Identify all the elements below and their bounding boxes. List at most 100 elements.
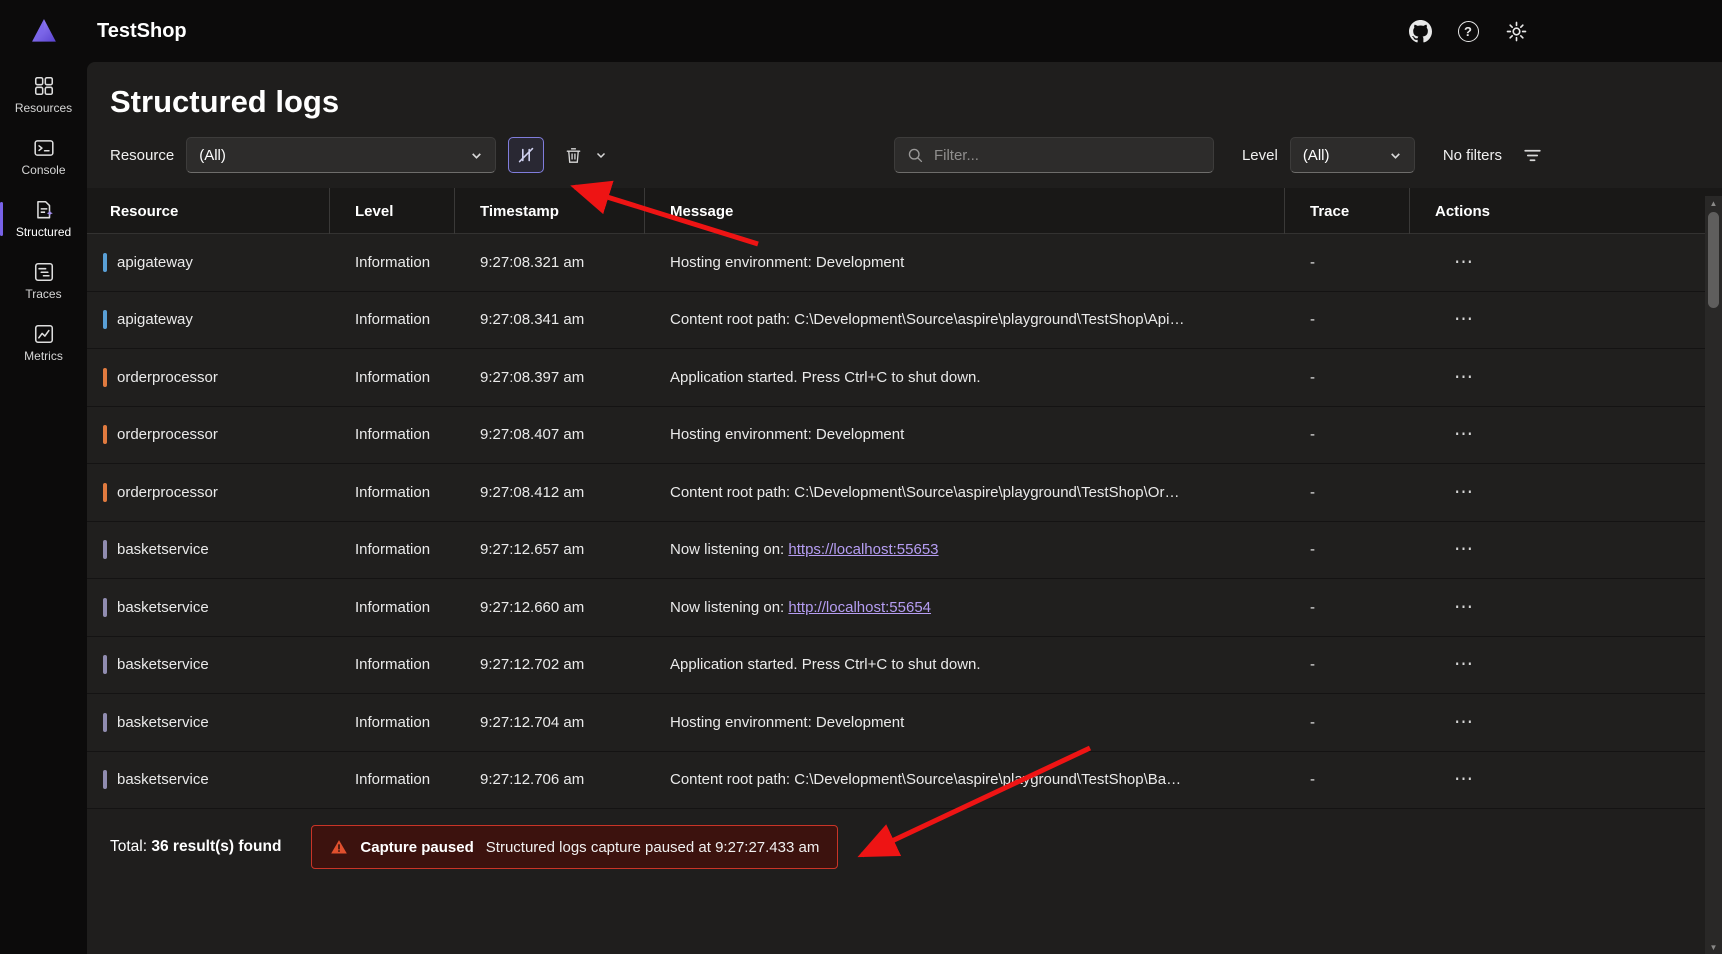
row-actions-button[interactable]: ⋯ [1454,366,1474,389]
column-header-message[interactable]: Message [645,188,1285,234]
resource-name: basketservice [117,656,209,673]
column-header-timestamp[interactable]: Timestamp [455,188,645,234]
row-actions-button[interactable]: ⋯ [1454,538,1474,561]
table-header: Resource Level Timestamp Message Trace A… [87,188,1722,234]
sidebar-item-label: Traces [25,287,61,301]
pause-slash-icon [516,145,536,165]
filter-search-box [894,137,1214,173]
log-message: Hosting environment: Development [645,426,1285,443]
aspire-logo [0,16,87,46]
table-row[interactable]: basketserviceInformation9:27:12.660 amNo… [87,579,1722,637]
row-actions-button[interactable]: ⋯ [1454,308,1474,331]
log-trace: - [1285,541,1410,558]
log-message-link[interactable]: https://localhost:55653 [788,541,938,558]
table-row[interactable]: orderprocessorInformation9:27:08.397 amA… [87,349,1722,407]
filter-icon [1522,145,1543,166]
log-trace: - [1285,714,1410,731]
log-level: Information [330,714,455,731]
chevron-down-icon [470,149,483,162]
column-header-resource[interactable]: Resource [87,188,330,234]
resource-name: orderprocessor [117,484,218,501]
resource-color-bar [103,253,107,272]
log-timestamp: 9:27:08.412 am [455,484,645,501]
row-actions-button[interactable]: ⋯ [1454,596,1474,619]
table-row[interactable]: basketserviceInformation9:27:12.706 amCo… [87,752,1722,810]
log-message-link[interactable]: http://localhost:55654 [788,599,931,616]
log-timestamp: 9:27:08.321 am [455,254,645,271]
main-content: Structured logs Resource (All) [87,62,1722,954]
table-row[interactable]: orderprocessorInformation9:27:08.407 amH… [87,407,1722,465]
log-level: Information [330,656,455,673]
table-row[interactable]: apigatewayInformation9:27:08.321 amHosti… [87,234,1722,292]
clear-logs-button[interactable] [556,137,615,173]
resource-name: orderprocessor [117,369,218,386]
sidebar-item-console[interactable]: Console [0,126,87,188]
log-timestamp: 9:27:12.704 am [455,714,645,731]
table-row[interactable]: orderprocessorInformation9:27:08.412 amC… [87,464,1722,522]
log-trace: - [1285,656,1410,673]
level-filter-label: Level [1242,147,1278,164]
table-row[interactable]: basketserviceInformation9:27:12.657 amNo… [87,522,1722,580]
chevron-down-icon [1389,149,1402,162]
sidebar-item-label: Console [21,163,65,177]
column-header-level[interactable]: Level [330,188,455,234]
resource-color-bar [103,483,107,502]
filter-list-button[interactable] [1514,137,1550,173]
log-message: Now listening on: http://localhost:55654 [645,599,1285,616]
log-level: Information [330,426,455,443]
log-level: Information [330,541,455,558]
table-row[interactable]: apigatewayInformation9:27:08.341 amConte… [87,292,1722,350]
resources-grid-icon [33,75,55,97]
table-row[interactable]: basketserviceInformation9:27:12.702 amAp… [87,637,1722,695]
resource-name: apigateway [117,254,193,271]
resource-color-bar [103,540,107,559]
column-header-actions[interactable]: Actions [1410,188,1722,234]
sidebar-item-structured[interactable]: Structured [0,188,87,250]
resource-select[interactable]: (All) [186,137,496,173]
sidebar-item-resources[interactable]: Resources [0,64,87,126]
resource-name: basketservice [117,541,209,558]
resource-name: basketservice [117,599,209,616]
sidebar-item-traces[interactable]: Traces [0,250,87,312]
total-results: Total: 36 result(s) found [110,838,281,856]
pause-capture-button[interactable] [508,137,544,173]
aspire-logo-icon [29,16,59,46]
sidebar-item-metrics[interactable]: Metrics [0,312,87,374]
row-actions-button[interactable]: ⋯ [1454,423,1474,446]
resource-color-bar [103,425,107,444]
log-timestamp: 9:27:08.407 am [455,426,645,443]
row-actions-button[interactable]: ⋯ [1454,481,1474,504]
row-actions-button[interactable]: ⋯ [1454,768,1474,791]
metrics-icon [33,323,55,345]
scroll-down-arrow[interactable]: ▼ [1705,940,1722,954]
log-level: Information [330,771,455,788]
vertical-scrollbar[interactable]: ▲ ▼ [1705,196,1722,954]
scroll-up-arrow[interactable]: ▲ [1705,196,1722,210]
filter-input[interactable] [934,147,1201,164]
log-message: Hosting environment: Development [645,714,1285,731]
no-filters-label: No filters [1443,147,1502,164]
github-icon[interactable] [1406,17,1434,45]
table-row[interactable]: basketservice Information9:27:12.704 amHo… [87,694,1722,752]
resource-color-bar [103,770,107,789]
log-level: Information [330,484,455,501]
resource-color-bar [103,655,107,674]
log-level: Information [330,369,455,386]
resource-name: basketservice [117,714,209,731]
row-actions-button[interactable]: ⋯ [1454,711,1474,734]
top-bar: TestShop ? [0,0,1722,62]
log-timestamp: 9:27:12.706 am [455,771,645,788]
log-message: Hosting environment: Development [645,254,1285,271]
scrollbar-thumb[interactable] [1708,212,1719,308]
structured-logs-icon [33,199,55,221]
settings-icon[interactable] [1502,17,1530,45]
app-title: TestShop [97,20,187,43]
level-select[interactable]: (All) [1290,137,1415,173]
row-actions-button[interactable]: ⋯ [1454,653,1474,676]
log-table-body: apigatewayInformation9:27:08.321 amHosti… [87,234,1722,809]
help-icon[interactable]: ? [1454,17,1482,45]
row-actions-button[interactable]: ⋯ [1454,251,1474,274]
column-header-trace[interactable]: Trace [1285,188,1410,234]
log-timestamp: 9:27:12.657 am [455,541,645,558]
log-trace: - [1285,369,1410,386]
